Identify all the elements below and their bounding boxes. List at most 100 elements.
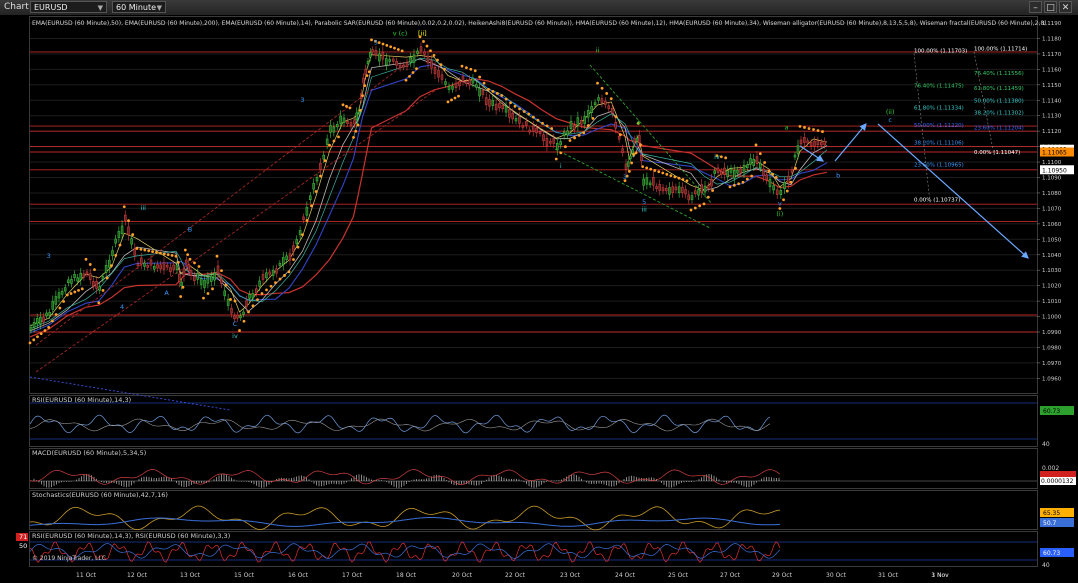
- parabolic-sar-dot: [774, 176, 778, 179]
- parabolic-sar-dot: [478, 75, 482, 79]
- parabolic-sar-dot: [554, 157, 558, 161]
- parabolic-sar-dot: [509, 101, 512, 105]
- candle: [806, 140, 809, 144]
- candle: [611, 107, 614, 114]
- parabolic-sar-dot: [698, 204, 702, 208]
- candle: [35, 318, 39, 325]
- candle: [193, 275, 196, 281]
- y-axis-label: 1.1150: [1042, 83, 1062, 89]
- close-icon[interactable]: ✕: [1059, 1, 1072, 13]
- candle: [494, 103, 498, 111]
- parabolic-sar-dot: [188, 257, 192, 261]
- candle: [645, 177, 649, 185]
- timeframe-select[interactable]: 60 Minute ▼: [112, 1, 166, 13]
- parabolic-sar-dot: [206, 292, 210, 295]
- candle: [405, 62, 409, 67]
- parabolic-sar-dot: [385, 43, 389, 47]
- candle: [765, 174, 768, 181]
- instrument-select[interactable]: EURUSD ▼: [30, 1, 107, 13]
- candle: [545, 138, 549, 146]
- parabolic-sar-dot: [251, 304, 255, 308]
- candle: [746, 164, 749, 169]
- parabolic-sar-dot: [807, 127, 811, 130]
- candle: [295, 239, 298, 245]
- y-axis-label: 1.1080: [1042, 191, 1062, 197]
- parabolic-sar-dot: [500, 94, 504, 97]
- candle: [248, 294, 251, 299]
- candle: [631, 149, 634, 154]
- parabolic-sar-dot: [767, 169, 771, 173]
- price-tag-label: 1.10950: [1042, 167, 1067, 174]
- candle: [566, 130, 569, 136]
- x-axis-label: 18 Oct: [396, 572, 417, 579]
- rsi-tick-label: 40: [1042, 441, 1050, 448]
- parabolic-sar-dot: [789, 180, 793, 184]
- rsi2-left-value-71: 71: [19, 533, 27, 541]
- wave-label: C: [233, 320, 238, 328]
- x-axis-label: 30 Oct: [826, 572, 847, 579]
- candle: [664, 187, 668, 192]
- parabolic-sar-dot: [58, 306, 62, 310]
- candle: [759, 163, 762, 169]
- candle: [790, 169, 794, 173]
- wave-label: 3: [623, 173, 627, 181]
- candle: [642, 178, 645, 186]
- candle: [549, 140, 552, 144]
- candle: [45, 312, 48, 317]
- x-axis-label: 27 Oct: [720, 572, 741, 579]
- parabolic-sar-dot: [641, 165, 645, 168]
- parabolic-sar-dot: [798, 125, 802, 128]
- macd-legend: MACD(EURUSD (60 Minute),5,34,5): [32, 449, 146, 457]
- wave-label: v: [778, 199, 782, 207]
- x-axis-label: 24 Oct: [615, 572, 636, 579]
- fib-level-label-left: 38.20% (1.11106): [914, 141, 964, 147]
- candle: [412, 54, 416, 63]
- chart-canvas[interactable]: 100.00% (1.11703) 76.40% (1.11475) 61.80% …: [0, 15, 1078, 583]
- parabolic-sar-dot: [377, 41, 381, 45]
- parabolic-sar-dot: [229, 298, 232, 301]
- parabolic-sar-dot: [80, 287, 84, 291]
- candle: [54, 296, 58, 305]
- candle: [226, 298, 230, 306]
- candle: [213, 272, 216, 281]
- candle: [562, 131, 566, 136]
- parabolic-sar-dot: [661, 171, 665, 175]
- parabolic-sar-dot: [247, 310, 250, 314]
- parabolic-sar-dot: [628, 170, 631, 173]
- maximize-icon[interactable]: □: [1044, 1, 1057, 13]
- wave-label: i: [560, 162, 562, 170]
- stoch-k-text: 65.35: [1043, 510, 1060, 517]
- candle: [481, 90, 485, 95]
- candle: [593, 102, 597, 106]
- candle: [799, 139, 803, 145]
- candle: [491, 99, 495, 106]
- candle: [79, 272, 83, 281]
- parabolic-sar-dot: [693, 206, 697, 210]
- minimize-icon[interactable]: –: [1029, 1, 1042, 13]
- y-axis-label: 1.1000: [1042, 315, 1062, 321]
- parabolic-sar-dot: [332, 139, 336, 143]
- candle: [381, 51, 385, 60]
- dropdown-chevron-icon: ▼: [156, 4, 162, 12]
- parabolic-sar-dot: [158, 251, 162, 255]
- candle: [95, 281, 98, 289]
- candle: [652, 177, 655, 186]
- y-axis-label: 1.1090: [1042, 176, 1062, 182]
- parabolic-sar-dot: [645, 166, 649, 170]
- candle: [178, 273, 181, 282]
- parabolic-sar-dot: [135, 247, 139, 250]
- candle: [378, 53, 381, 62]
- candle: [703, 185, 707, 193]
- candle: [364, 69, 367, 76]
- parabolic-sar-dot: [495, 92, 499, 95]
- x-axis-label: 17 Oct: [342, 572, 363, 579]
- parabolic-sar-dot: [586, 124, 590, 127]
- parabolic-sar-dot: [179, 295, 183, 298]
- candle: [82, 273, 86, 278]
- parabolic-sar-dot: [238, 329, 241, 332]
- parabolic-sar-dot: [754, 143, 758, 147]
- chart-tab[interactable]: Chart: [4, 0, 29, 15]
- fib-level-label-left: 61.80% (1.11334): [914, 105, 964, 111]
- candle: [187, 264, 190, 271]
- candle: [617, 135, 621, 140]
